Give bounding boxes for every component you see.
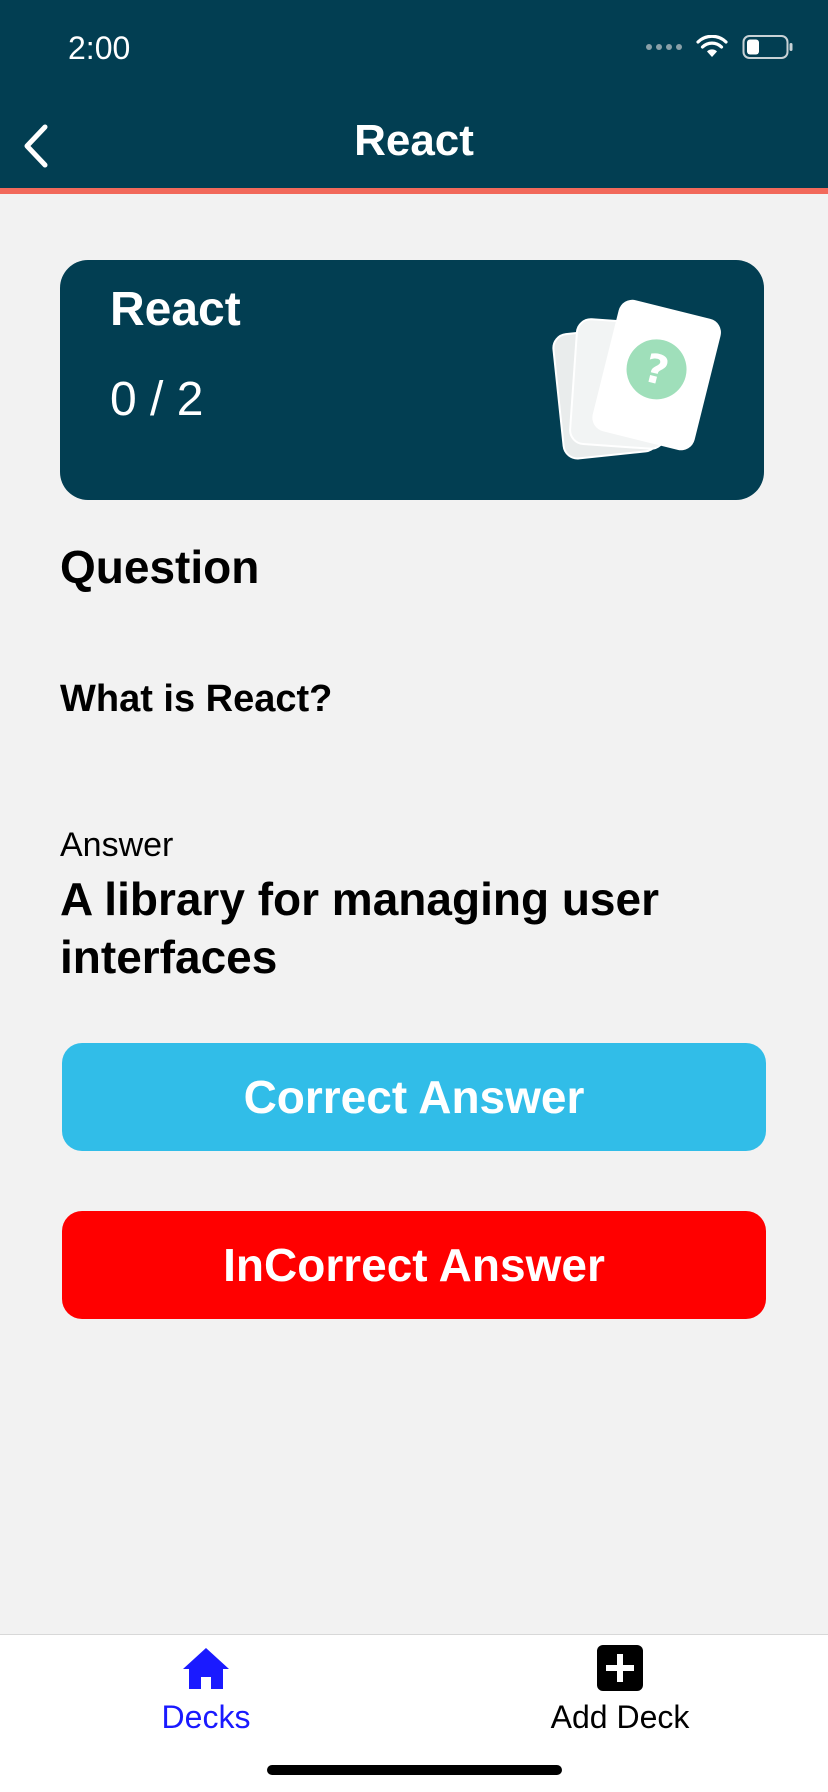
question-heading: Question: [60, 541, 260, 593]
status-icons: [646, 34, 794, 60]
tab-decks[interactable]: Decks: [56, 1635, 356, 1745]
quiz-progress: 0 / 2: [110, 373, 204, 426]
add-square-icon: [596, 1643, 644, 1693]
deck-title: React: [110, 283, 241, 336]
deck-summary-card: React 0 / 2 ?: [60, 260, 764, 500]
home-indicator: [267, 1765, 562, 1775]
page-title: React: [354, 116, 474, 165]
status-time: 2:00: [68, 30, 131, 66]
battery-icon: [742, 34, 794, 60]
cellular-signal-icon: [646, 44, 682, 50]
wifi-icon: [696, 35, 728, 59]
home-icon: [181, 1643, 231, 1693]
tab-add-deck[interactable]: Add Deck: [470, 1635, 770, 1745]
question-cards-icon: ?: [548, 290, 728, 470]
app-header: 2:00 React: [0, 0, 828, 194]
incorrect-answer-button[interactable]: InCorrect Answer: [62, 1211, 766, 1319]
question-text: What is React?: [60, 678, 333, 720]
correct-answer-button[interactable]: Correct Answer: [62, 1043, 766, 1151]
answer-label: Answer: [60, 826, 174, 864]
tab-add-deck-label: Add Deck: [550, 1699, 690, 1735]
answer-text: A library for managing user interfaces: [60, 873, 659, 983]
tab-decks-label: Decks: [161, 1699, 251, 1735]
